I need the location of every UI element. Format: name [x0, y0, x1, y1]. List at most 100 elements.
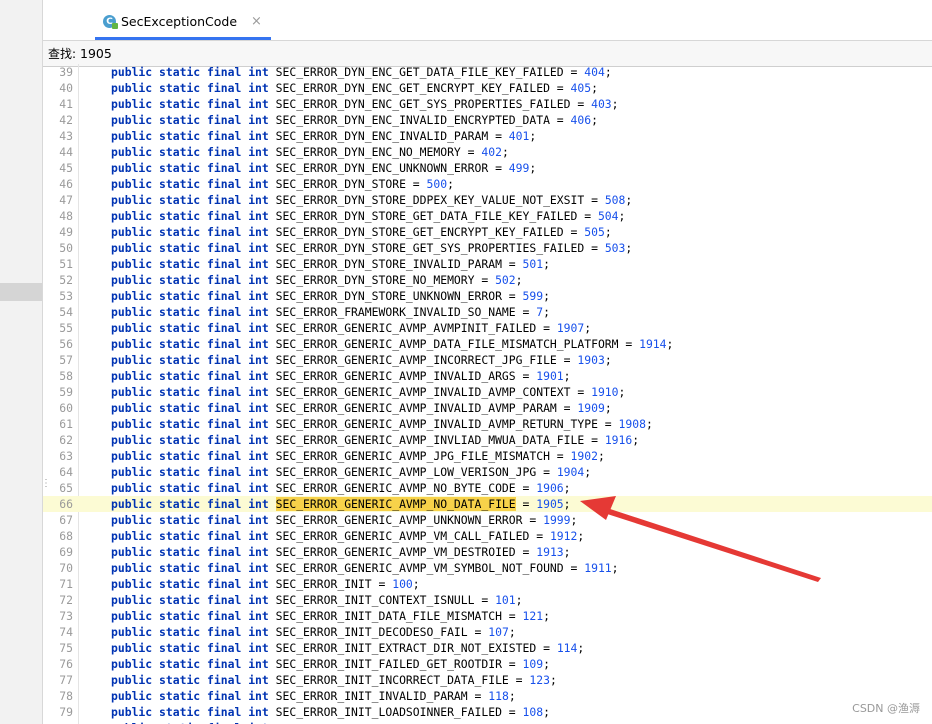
line-number: 41: [59, 97, 73, 111]
code-line[interactable]: 75 public static final int SEC_ERROR_INIT…: [43, 640, 932, 656]
keyword-public: public: [111, 385, 153, 399]
code-line[interactable]: 55 public static final int SEC_ERROR_GENE…: [43, 320, 932, 336]
code-editor[interactable]: 39 public static final int SEC_ERROR_DYN_…: [43, 64, 932, 724]
keyword-public: public: [111, 625, 153, 639]
find-input[interactable]: [78, 46, 380, 61]
code-line[interactable]: 42 public static final int SEC_ERROR_DYN_…: [43, 112, 932, 128]
tab-secexceptioncode[interactable]: C SecExceptionCode ×: [95, 6, 271, 40]
code-line[interactable]: 43 public static final int SEC_ERROR_DYN_…: [43, 128, 932, 144]
line-code: public static final int SEC_ERROR_DYN_ST…: [111, 273, 523, 287]
keyword-final: final: [207, 401, 242, 415]
keyword-public: public: [111, 465, 153, 479]
keyword-final: final: [207, 257, 242, 271]
code-line[interactable]: 45 public static final int SEC_ERROR_DYN_…: [43, 160, 932, 176]
code-line[interactable]: 61 public static final int SEC_ERROR_GENE…: [43, 416, 932, 432]
keyword-final: final: [207, 353, 242, 367]
code-line[interactable]: 66 public static final int SEC_ERROR_GENE…: [43, 496, 932, 512]
keyword-final: final: [207, 529, 242, 543]
code-line[interactable]: 40 public static final int SEC_ERROR_DYN_…: [43, 80, 932, 96]
line-number: 42: [59, 113, 73, 127]
code-line[interactable]: 49 public static final int SEC_ERROR_DYN_…: [43, 224, 932, 240]
line-number: 76: [59, 657, 73, 671]
constant-name: SEC_ERROR_FRAMEWORK_INVALID_SO_NAME: [275, 305, 516, 319]
keyword-int: int: [248, 673, 269, 687]
code-line[interactable]: 56 public static final int SEC_ERROR_GENE…: [43, 336, 932, 352]
code-line[interactable]: 52 public static final int SEC_ERROR_DYN_…: [43, 272, 932, 288]
keyword-final: final: [207, 689, 242, 703]
code-line[interactable]: 73 public static final int SEC_ERROR_INIT…: [43, 608, 932, 624]
constant-name: SEC_ERROR_DYN_ENC_INVALID_ENCRYPTED_DATA: [275, 113, 550, 127]
line-code: public static final int SEC_ERROR_GENERI…: [111, 449, 605, 463]
code-line[interactable]: 44 public static final int SEC_ERROR_DYN_…: [43, 144, 932, 160]
keyword-final: final: [207, 321, 242, 335]
keyword-int: int: [248, 273, 269, 287]
code-line[interactable]: 46 public static final int SEC_ERROR_DYN_…: [43, 176, 932, 192]
keyword-final: final: [207, 481, 242, 495]
code-line[interactable]: 79 public static final int SEC_ERROR_INIT…: [43, 704, 932, 720]
keyword-static: static: [159, 529, 201, 543]
keyword-int: int: [248, 337, 269, 351]
keyword-public: public: [111, 641, 153, 655]
code-line[interactable]: 77 public static final int SEC_ERROR_INIT…: [43, 672, 932, 688]
code-line[interactable]: 74 public static final int SEC_ERROR_INIT…: [43, 624, 932, 640]
line-code: public static final int SEC_ERROR_DYN_EN…: [111, 145, 509, 159]
code-line[interactable]: 72 public static final int SEC_ERROR_INIT…: [43, 592, 932, 608]
keyword-int: int: [248, 433, 269, 447]
constant-name: SEC_ERROR_DYN_STORE_DDPEX_KEY_VALUE_NOT_…: [275, 193, 585, 207]
code-line[interactable]: 69 public static final int SEC_ERROR_GENE…: [43, 544, 932, 560]
line-code: public static final int SEC_ERROR_GENERI…: [111, 337, 674, 351]
code-line[interactable]: 59 public static final int SEC_ERROR_GENE…: [43, 384, 932, 400]
line-number: 44: [59, 145, 73, 159]
line-code: public static final int SEC_ERROR_DYN_EN…: [111, 81, 598, 95]
line-code: public static final int SEC_ERROR_GENERI…: [111, 529, 585, 543]
keyword-final: final: [207, 657, 242, 671]
code-line[interactable]: 64 public static final int SEC_ERROR_GENE…: [43, 464, 932, 480]
line-number: 65: [59, 481, 73, 495]
keyword-int: int: [248, 417, 269, 431]
code-line[interactable]: 54 public static final int SEC_ERROR_FRAM…: [43, 304, 932, 320]
code-line[interactable]: 76 public static final int SEC_ERROR_INIT…: [43, 656, 932, 672]
code-line[interactable]: 47 public static final int SEC_ERROR_DYN_…: [43, 192, 932, 208]
line-code: public static final int SEC_ERROR_FRAMEW…: [111, 305, 550, 319]
code-line[interactable]: 68 public static final int SEC_ERROR_GENE…: [43, 528, 932, 544]
code-line[interactable]: 63 public static final int SEC_ERROR_GENE…: [43, 448, 932, 464]
code-line[interactable]: 78 public static final int SEC_ERROR_INIT…: [43, 688, 932, 704]
constant-value: 114: [556, 641, 578, 655]
watermark: CSDN @渔溽: [852, 702, 920, 715]
keyword-int: int: [248, 177, 269, 191]
line-code: public static final int SEC_ERROR_GENERI…: [111, 369, 571, 383]
code-line[interactable]: public static final int = ;: [43, 720, 932, 724]
code-line[interactable]: 60 public static final int SEC_ERROR_GENE…: [43, 400, 932, 416]
keyword-static: static: [159, 225, 201, 239]
close-icon[interactable]: ×: [251, 14, 262, 29]
keyword-int: int: [248, 97, 269, 111]
line-number: 75: [59, 641, 73, 655]
left-strip-selected-row[interactable]: [0, 283, 42, 301]
keyword-final: final: [207, 65, 242, 79]
constant-name: SEC_ERROR_DYN_STORE_GET_ENCRYPT_KEY_FAIL…: [275, 225, 564, 239]
code-line[interactable]: 70 public static final int SEC_ERROR_GENE…: [43, 560, 932, 576]
code-line[interactable]: 71 public static final int SEC_ERROR_INIT…: [43, 576, 932, 592]
constant-name: SEC_ERROR_DYN_ENC_INVALID_PARAM: [275, 129, 489, 143]
keyword-public: public: [111, 561, 153, 575]
code-line[interactable]: 51 public static final int SEC_ERROR_DYN_…: [43, 256, 932, 272]
code-line[interactable]: 48 public static final int SEC_ERROR_DYN_…: [43, 208, 932, 224]
line-number: 72: [59, 593, 73, 607]
line-number: 56: [59, 337, 73, 351]
code-line[interactable]: 53 public static final int SEC_ERROR_DYN_…: [43, 288, 932, 304]
constant-name: SEC_ERROR_DYN_ENC_UNKNOWN_ERROR: [275, 161, 489, 175]
constant-name: SEC_ERROR_GENERIC_AVMP_NO_DATA_FILE: [275, 497, 516, 511]
code-line[interactable]: 39 public static final int SEC_ERROR_DYN_…: [43, 64, 932, 80]
code-line[interactable]: 41 public static final int SEC_ERROR_DYN_…: [43, 96, 932, 112]
keyword-final: final: [207, 385, 242, 399]
code-line[interactable]: 57 public static final int SEC_ERROR_GENE…: [43, 352, 932, 368]
code-line[interactable]: 50 public static final int SEC_ERROR_DYN_…: [43, 240, 932, 256]
keyword-static: static: [159, 321, 201, 335]
code-line[interactable]: 65 public static final int SEC_ERROR_GENE…: [43, 480, 932, 496]
code-line[interactable]: 62 public static final int SEC_ERROR_GENE…: [43, 432, 932, 448]
keyword-public: public: [111, 433, 153, 447]
line-number: 51: [59, 257, 73, 271]
code-line[interactable]: 67 public static final int SEC_ERROR_GENE…: [43, 512, 932, 528]
constant-value: 1907: [556, 321, 585, 335]
code-line[interactable]: 58 public static final int SEC_ERROR_GENE…: [43, 368, 932, 384]
